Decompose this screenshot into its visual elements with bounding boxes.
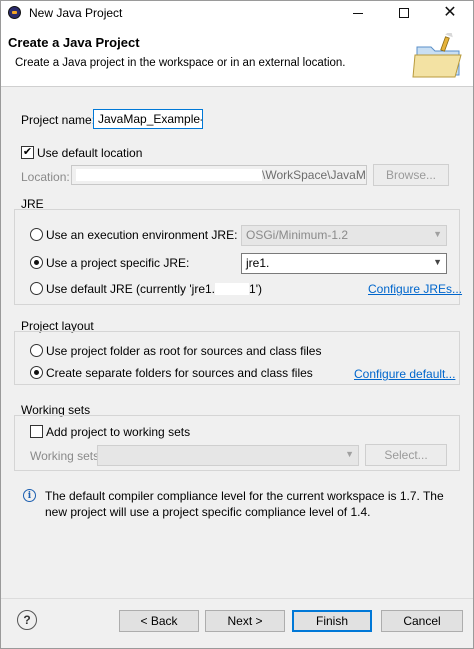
- location-label: Location:: [21, 170, 70, 184]
- chevron-down-icon: ▼: [433, 257, 442, 267]
- checkmark-icon: ✔: [22, 146, 33, 158]
- finish-button[interactable]: Finish: [292, 610, 372, 632]
- close-button[interactable]: ✕: [427, 1, 473, 25]
- execution-environment-value: OSGi/Minimum-1.2: [246, 228, 349, 242]
- location-input[interactable]: \WorkSpace\JavaMa: [71, 165, 367, 185]
- minimize-button[interactable]: [335, 1, 381, 25]
- use-default-location-checkbox[interactable]: ✔: [21, 146, 34, 159]
- working-sets-combo[interactable]: ▼: [97, 445, 359, 466]
- select-working-sets-button[interactable]: Select...: [365, 444, 447, 466]
- maximize-icon: [399, 8, 409, 18]
- new-java-project-dialog: New Java Project ✕ Create a Java Project…: [0, 0, 474, 649]
- browse-button[interactable]: Browse...: [373, 164, 449, 186]
- close-icon: ✕: [443, 4, 457, 21]
- back-button[interactable]: < Back: [119, 610, 199, 632]
- project-specific-jre-radio[interactable]: [30, 256, 43, 269]
- redacted-default-jre-version: [215, 283, 250, 295]
- working-sets-label: Working sets:: [30, 449, 103, 463]
- window-title: New Java Project: [29, 6, 123, 20]
- maximize-button[interactable]: [381, 1, 427, 25]
- execution-environment-combo[interactable]: OSGi/Minimum-1.2 ▼: [241, 225, 447, 246]
- eclipse-icon: [8, 6, 21, 19]
- wizard-banner: Create a Java Project Create a Java proj…: [1, 25, 473, 87]
- banner-description: Create a Java project in the workspace o…: [15, 57, 346, 69]
- add-to-working-sets-checkbox[interactable]: [30, 425, 43, 438]
- browse-button-label: Browse...: [385, 168, 436, 182]
- location-value: \WorkSpace\JavaMa: [262, 168, 367, 182]
- project-specific-jre-value: jre1.: [246, 256, 270, 270]
- project-name-value: JavaMap_Example-01: [98, 112, 202, 126]
- help-icon[interactable]: ?: [17, 610, 37, 630]
- title-bar: New Java Project ✕: [1, 1, 473, 25]
- default-jre-radio[interactable]: [30, 282, 43, 295]
- cancel-button-label: Cancel: [403, 614, 441, 628]
- project-name-input[interactable]: JavaMap_Example-01: [93, 109, 203, 129]
- compliance-info-message: The default compiler compliance level fo…: [45, 489, 444, 519]
- project-folder-root-radio[interactable]: [30, 344, 43, 357]
- default-jre-label-suffix: 1'): [249, 282, 262, 296]
- separate-folders-label: Create separate folders for sources and …: [46, 366, 313, 380]
- default-jre-label-prefix: Use default JRE (currently 'jre1.: [46, 282, 216, 296]
- minimize-icon: [353, 12, 363, 14]
- select-button-label: Select...: [384, 448, 428, 462]
- redacted-jre-version: [269, 257, 334, 269]
- finish-button-label: Finish: [315, 614, 348, 628]
- chevron-down-icon: ▼: [345, 449, 354, 459]
- folder-wizard-icon: [412, 33, 462, 78]
- project-folder-root-label: Use project folder as root for sources a…: [46, 344, 322, 358]
- execution-environment-jre-label: Use an execution environment JRE:: [46, 228, 238, 242]
- default-jre-label: Use default JRE (currently 'jre1. 1'): [46, 282, 262, 296]
- add-to-working-sets-label: Add project to working sets: [46, 425, 191, 439]
- back-button-label: < Back: [140, 614, 178, 628]
- project-specific-jre-combo[interactable]: jre1. ▼: [241, 253, 447, 274]
- configure-jres-link[interactable]: Configure JREs...: [368, 282, 462, 296]
- redacted-path: [76, 169, 262, 181]
- cancel-button[interactable]: Cancel: [381, 610, 463, 632]
- separate-folders-radio[interactable]: [30, 366, 43, 379]
- use-default-location-label: Use default location: [37, 146, 143, 160]
- banner-title: Create a Java Project: [8, 35, 140, 50]
- configure-default-link[interactable]: Configure default...: [354, 367, 455, 381]
- project-specific-jre-label: Use a project specific JRE:: [46, 256, 190, 270]
- project-name-label: Project name:: [21, 113, 96, 127]
- next-button-label: Next >: [227, 614, 263, 628]
- next-button[interactable]: Next >: [205, 610, 285, 632]
- info-icon: i: [23, 489, 36, 502]
- footer-separator: [1, 598, 473, 599]
- chevron-down-icon: ▼: [433, 229, 442, 239]
- execution-environment-jre-radio[interactable]: [30, 228, 43, 241]
